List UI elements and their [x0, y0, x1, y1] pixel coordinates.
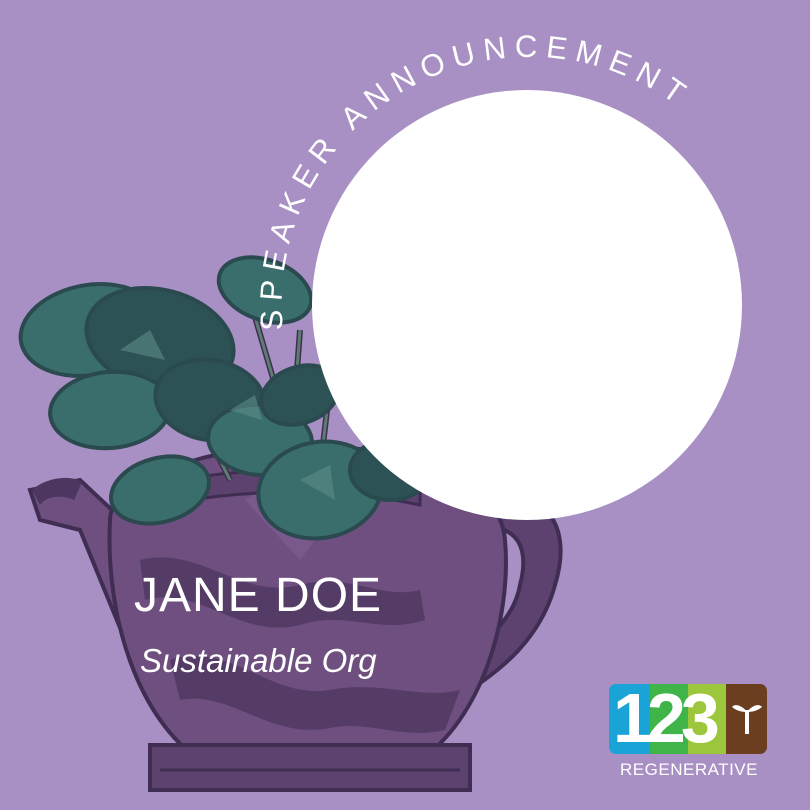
brand-logo: 123 REGENERATIVE: [609, 679, 769, 788]
speaker-name: JANE DOE: [134, 569, 383, 622]
speaker-photo-placeholder: [312, 90, 742, 520]
logo-wordmark: REGENERATIVE: [620, 760, 758, 779]
speaker-organization: Sustainable Org: [140, 642, 377, 679]
logo-number: 123: [613, 679, 720, 757]
sprout-icon: [732, 705, 762, 734]
speaker-card: SPEAKER ANNOUNCEMENT JANE DOE Sustainabl…: [0, 0, 810, 810]
